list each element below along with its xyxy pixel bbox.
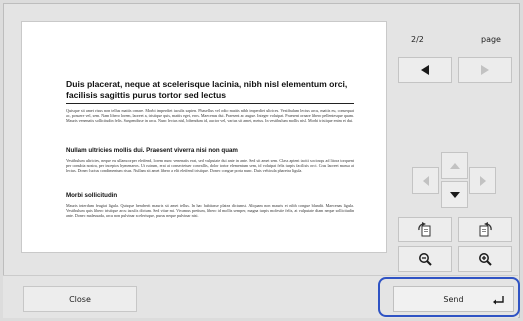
send-button[interactable]: Send — [393, 286, 514, 312]
arrow-left-icon — [422, 175, 429, 186]
document-page: Duis placerat, neque at scelerisque laci… — [66, 79, 354, 229]
next-page-button[interactable] — [458, 57, 512, 83]
document-paragraph: Mauris interdum feugiat ligula. Quisque … — [66, 203, 354, 219]
arrow-up-icon — [449, 162, 460, 169]
arrow-left-icon — [421, 65, 429, 75]
scroll-left-button[interactable] — [412, 167, 439, 194]
arrow-right-icon — [481, 65, 489, 75]
document-paragraph: Vestibulum ultricies, neque eu ullamcorp… — [66, 158, 354, 174]
send-button-label: Send — [443, 294, 464, 304]
arrow-right-icon — [479, 175, 486, 186]
rotate-left-button[interactable] — [398, 217, 452, 242]
scroll-right-button[interactable] — [469, 167, 496, 194]
arrow-down-icon — [449, 191, 460, 198]
rotate-right-icon — [479, 221, 492, 236]
rotate-left-icon — [418, 221, 431, 236]
zoom-out-button[interactable] — [398, 246, 452, 272]
document-heading: Nullam ultricies mollis dui. Praesent vi… — [66, 147, 238, 154]
enter-key-icon — [493, 296, 504, 305]
rotate-right-button[interactable] — [458, 217, 512, 242]
scroll-up-button[interactable] — [441, 152, 468, 179]
close-button[interactable]: Close — [23, 286, 137, 312]
page-label: page — [481, 35, 501, 44]
document-preview: Duis placerat, neque at scelerisque laci… — [21, 21, 387, 253]
zoom-in-button[interactable] — [458, 246, 512, 272]
title-rule — [66, 103, 354, 104]
zoom-out-icon — [419, 253, 432, 266]
page-counter: 2/2 — [411, 35, 424, 44]
document-heading: Morbi sollicitudin — [66, 192, 118, 199]
scroll-down-button[interactable] — [441, 181, 468, 208]
document-title: Duis placerat, neque at scelerisque laci… — [66, 79, 348, 100]
previous-page-button[interactable] — [398, 57, 452, 83]
document-paragraph: Quisque sit amet risus non tellus mattis… — [66, 108, 354, 124]
zoom-in-icon — [479, 253, 492, 266]
close-button-label: Close — [69, 294, 91, 304]
